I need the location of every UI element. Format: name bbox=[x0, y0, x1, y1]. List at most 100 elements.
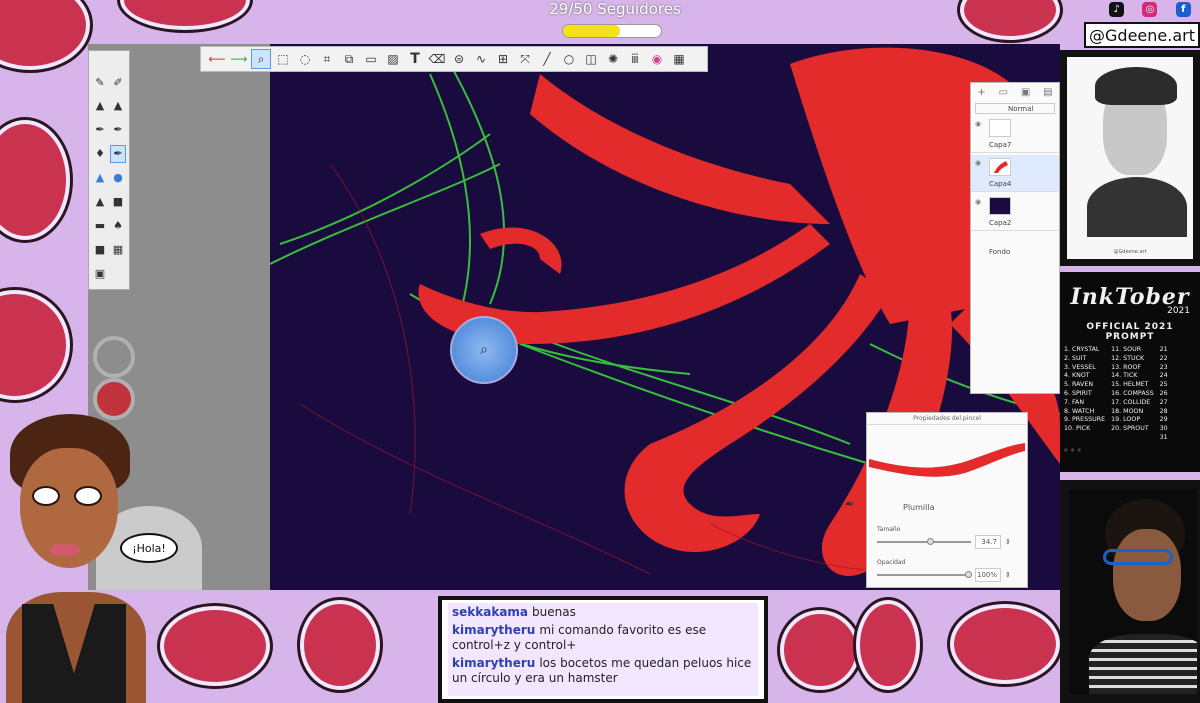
magnifier-icon: ⌕ bbox=[480, 342, 488, 358]
eye-icon[interactable]: ◉ bbox=[975, 120, 981, 128]
shape-icon[interactable]: ◫ bbox=[581, 49, 601, 69]
prompt-item: 13. ROOF bbox=[1111, 363, 1142, 371]
brush-set-icon[interactable]: ⅲ bbox=[625, 49, 645, 69]
lasso-icon[interactable]: ◌ bbox=[295, 49, 315, 69]
chat-message: sekkakama buenas bbox=[452, 605, 754, 620]
streamer-face bbox=[1113, 529, 1181, 621]
opacity-label: Opacidad bbox=[877, 559, 906, 566]
chat-overlay: sekkakama buenas kimarytheru mi comando fa… bbox=[438, 596, 768, 703]
instagram-icon[interactable]: ◎ bbox=[1142, 1, 1158, 17]
prompt-item: 16. COMPASS bbox=[1111, 389, 1154, 397]
text-icon[interactable]: T bbox=[405, 49, 425, 69]
layer-item[interactable]: ◉ Capa7 bbox=[971, 116, 1059, 153]
opacity-control: 100% ⇕ bbox=[867, 568, 1027, 582]
folder-icon[interactable]: ▭ bbox=[999, 87, 1008, 98]
swatch-gray[interactable] bbox=[93, 336, 135, 378]
prompt-item: 22 bbox=[1159, 354, 1168, 362]
layers-icon[interactable]: ▦ bbox=[669, 49, 689, 69]
add-layer-icon[interactable]: + bbox=[977, 87, 985, 98]
grid-icon[interactable]: ⊞ bbox=[493, 49, 513, 69]
zoom-navigator[interactable]: ⌕ bbox=[450, 316, 518, 384]
image-layer-icon[interactable]: ▣ bbox=[1021, 87, 1030, 98]
prompt-item: 25 bbox=[1159, 381, 1168, 389]
size-control: 34.7 ⇕ bbox=[867, 535, 1027, 549]
nib-pen-icon[interactable]: ✒ bbox=[110, 144, 126, 163]
undo-icon[interactable]: ⟵ bbox=[207, 49, 227, 69]
decor-lips bbox=[950, 604, 1060, 684]
blend-mode-select[interactable]: Normal bbox=[975, 103, 1055, 114]
brush-properties-title: Propiedades del pincel bbox=[867, 413, 1027, 425]
curve-icon[interactable]: ∿ bbox=[471, 49, 491, 69]
pencil-alt-icon[interactable]: ✐ bbox=[110, 73, 126, 91]
warp-icon[interactable]: ⤧ bbox=[515, 49, 535, 69]
drawing-app-window[interactable]: ⟵ ⟶ ⌕ ⬚ ◌ ⌗ ⧉ ▭ ▨ T ⌫ ⊜ ∿ ⊞ ⤧ ╱ ○ ◫ ✺ ⅲ … bbox=[88, 44, 1060, 590]
chat-username: kimarytheru bbox=[452, 623, 536, 637]
pen-alt-icon[interactable]: ✒ bbox=[110, 121, 126, 139]
pencil-icon[interactable]: ✎ bbox=[92, 73, 108, 91]
delete-layer-icon[interactable]: ▤ bbox=[1043, 87, 1052, 98]
blender-icon[interactable]: ■ bbox=[110, 192, 126, 210]
crop-icon[interactable]: ⌗ bbox=[317, 49, 337, 69]
social-icons: ♪ ◎ f bbox=[1100, 0, 1200, 18]
tiktok-icon[interactable]: ♪ bbox=[1109, 1, 1125, 17]
pen-icon[interactable]: ✒ bbox=[92, 121, 108, 139]
transform-icon[interactable]: ⧉ bbox=[339, 49, 359, 69]
inktober-prompt-panel: InkTober 2021 OFFICIAL 2021 PROMPT 1. CR… bbox=[1060, 272, 1200, 472]
pattern-icon[interactable]: ✺ bbox=[603, 49, 623, 69]
eye-icon[interactable]: ◉ bbox=[975, 159, 981, 167]
layer-thumbnail bbox=[989, 158, 1011, 176]
ellipse-icon[interactable]: ○ bbox=[559, 49, 579, 69]
layer-name: Capa2 bbox=[989, 219, 1012, 227]
chat-message: kimarytheru mi comando favorito es ese co… bbox=[452, 623, 754, 653]
opacity-slider-knob[interactable] bbox=[965, 571, 972, 578]
opacity-stepper-icon[interactable]: ⇕ bbox=[1005, 571, 1011, 579]
eraser-icon[interactable]: ⌫ bbox=[427, 49, 447, 69]
size-slider-knob[interactable] bbox=[927, 538, 934, 545]
size-slider[interactable] bbox=[877, 538, 971, 545]
eraser-brush-icon[interactable]: ▬ bbox=[92, 216, 108, 234]
prompt-item: 9. PRESSURE bbox=[1064, 416, 1106, 424]
size-value[interactable]: 34.7 bbox=[975, 535, 1001, 549]
layer-item[interactable]: ◉ Capa4 bbox=[971, 155, 1059, 192]
facebook-icon[interactable]: f bbox=[1175, 1, 1191, 17]
layer-thumbnail bbox=[989, 197, 1011, 215]
prompt-item: 31 bbox=[1159, 433, 1168, 441]
marker-icon[interactable]: ▲ bbox=[92, 97, 108, 115]
select-icon[interactable]: ⬚ bbox=[273, 49, 293, 69]
layers-panel: + ▭ ▣ ▤ Normal ◉ Capa7 ◉ Capa4 ◉ Capa2 F… bbox=[970, 82, 1060, 394]
webcam-frame bbox=[1060, 480, 1200, 703]
prompt-item: 28 bbox=[1159, 407, 1168, 415]
marker-alt-icon[interactable]: ▲ bbox=[110, 97, 126, 115]
chat-username: sekkakama bbox=[452, 605, 529, 619]
layer-item[interactable]: Fondo bbox=[971, 233, 1059, 270]
fill-brush-icon[interactable]: ■ bbox=[92, 240, 108, 258]
brush-library-panel: ✎ ✐ ▲ ▲ ✒ ✒ ♦ ✒ ▲ ● ▲ ■ ▬ ♠ ■ ▦ ▣ bbox=[88, 50, 130, 290]
line-icon[interactable]: ╱ bbox=[537, 49, 557, 69]
prompt-item: 11. SOUR bbox=[1111, 346, 1142, 353]
fill-icon[interactable]: ▨ bbox=[383, 49, 403, 69]
smudge-icon[interactable]: ▲ bbox=[92, 192, 108, 210]
redo-icon[interactable]: ⟶ bbox=[229, 49, 249, 69]
layer-thumbnail bbox=[989, 119, 1011, 137]
prompt-item: 1. CRYSTAL bbox=[1064, 346, 1100, 353]
size-stepper-icon[interactable]: ⇕ bbox=[1005, 538, 1011, 546]
bucket-icon[interactable]: ▣ bbox=[92, 264, 108, 282]
eye-icon[interactable]: ◉ bbox=[975, 198, 981, 206]
prompt-item: 26 bbox=[1159, 389, 1168, 397]
water-drop-icon[interactable]: ● bbox=[110, 169, 126, 187]
ruler-icon[interactable]: ▭ bbox=[361, 49, 381, 69]
symmetry-icon[interactable]: ⊜ bbox=[449, 49, 469, 69]
ink-pen-icon[interactable]: ♦ bbox=[92, 145, 108, 163]
airbrush-icon[interactable]: ▲ bbox=[92, 169, 108, 187]
stamp-icon[interactable]: ♠ bbox=[110, 216, 126, 234]
opacity-value[interactable]: 100% bbox=[975, 568, 1001, 582]
prompt-item: 29 bbox=[1159, 416, 1168, 424]
zoom-icon[interactable]: ⌕ bbox=[251, 49, 271, 69]
color-wheel-icon[interactable]: ◉ bbox=[647, 49, 667, 69]
layer-item[interactable]: ◉ Capa2 bbox=[971, 194, 1059, 231]
prompt-item: 2. SUIT bbox=[1064, 354, 1087, 362]
webcam-feed bbox=[1069, 489, 1197, 694]
layer-name: Capa7 bbox=[989, 141, 1012, 149]
pattern-brush-icon[interactable]: ▦ bbox=[110, 240, 126, 258]
opacity-slider[interactable] bbox=[877, 571, 972, 578]
